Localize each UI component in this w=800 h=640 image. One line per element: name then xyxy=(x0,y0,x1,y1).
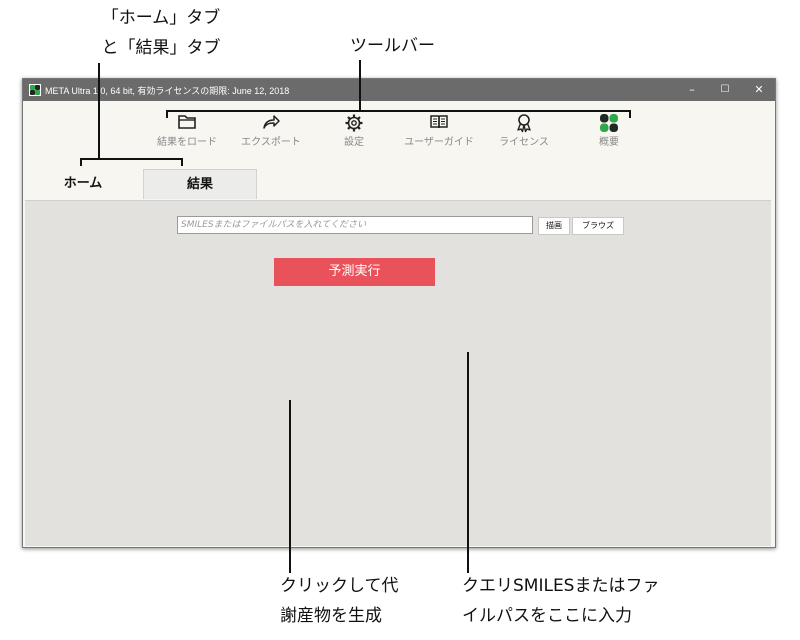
home-panel xyxy=(25,200,771,546)
toolbar-export[interactable]: エクスポート xyxy=(231,113,311,148)
title-bar: META Ultra 1.0, 64 bit, 有効ライセンスの期限: June… xyxy=(23,79,775,101)
query-callout-line xyxy=(467,352,469,573)
run-annotation: クリックして代 謝産物を生成 xyxy=(280,571,399,631)
maximize-button[interactable]: ☐ xyxy=(714,82,736,98)
query-annotation-line2: イルパスをここに入力 xyxy=(462,606,632,626)
app-logo-icon xyxy=(29,84,41,96)
tabs-annotation-line2: と「結果」タブ xyxy=(101,38,221,58)
tab-home[interactable]: ホーム xyxy=(23,169,143,199)
toolbar-bracket-right xyxy=(629,110,631,118)
toolbar-user-guide[interactable]: ユーザーガイド xyxy=(399,113,479,148)
run-prediction-button[interactable]: 予測実行 xyxy=(274,258,435,286)
toolbar-license-label: ライセンス xyxy=(499,137,549,148)
run-annotation-line1: クリックして代 xyxy=(280,576,399,596)
toolbar-about-label: 概要 xyxy=(599,137,619,148)
close-button[interactable]: ✕ xyxy=(748,82,770,98)
toolbar-export-label: エクスポート xyxy=(241,137,301,148)
app-window: META Ultra 1.0, 64 bit, 有効ライセンスの期限: June… xyxy=(22,78,776,548)
smiles-input[interactable] xyxy=(177,216,533,234)
minimize-button[interactable]: – xyxy=(681,82,703,98)
draw-button[interactable]: 描画 xyxy=(538,217,570,235)
toolbar-license[interactable]: ライセンス xyxy=(484,113,564,148)
run-callout-line xyxy=(289,400,291,573)
run-annotation-line2: 謝産物を生成 xyxy=(280,606,382,626)
tabs-bracket-right xyxy=(181,158,183,166)
share-arrow-icon xyxy=(231,113,311,135)
page: 「ホーム」タブ と「結果」タブ ツールバー クリックして代 謝産物を生成 クエリ… xyxy=(0,0,800,640)
toolbar-about[interactable]: 概要 xyxy=(569,113,649,148)
tabs-bracket-left xyxy=(80,158,82,166)
browse-button[interactable]: ブラウズ xyxy=(572,217,624,235)
toolbar-load-results[interactable]: 結果をロード xyxy=(147,113,227,148)
tabs-callout-line xyxy=(98,63,100,159)
toolbar-bracket xyxy=(166,110,631,112)
toolbar-callout-line xyxy=(359,60,361,111)
clover-logo-icon xyxy=(569,113,649,135)
toolbar-load-results-label: 結果をロード xyxy=(157,137,217,148)
query-annotation-line1: クエリSMILESまたはファ xyxy=(462,576,660,596)
toolbar-bracket-left xyxy=(166,110,168,118)
gear-icon xyxy=(314,113,394,135)
folder-icon xyxy=(147,113,227,135)
ribbon-badge-icon xyxy=(484,113,564,135)
toolbar-settings[interactable]: 設定 xyxy=(314,113,394,148)
tabs-annotation-line1: 「ホーム」タブ xyxy=(101,8,221,28)
window-title: META Ultra 1.0, 64 bit, 有効ライセンスの期限: June… xyxy=(45,86,290,96)
tab-results[interactable]: 結果 xyxy=(143,169,257,199)
toolbar-settings-label: 設定 xyxy=(344,137,364,148)
tabs-annotation: 「ホーム」タブ と「結果」タブ xyxy=(86,3,236,63)
book-icon xyxy=(399,113,479,135)
tabs-bracket xyxy=(80,158,183,160)
toolbar-annotation: ツールバー xyxy=(350,36,435,56)
toolbar-user-guide-label: ユーザーガイド xyxy=(404,137,474,148)
query-annotation: クエリSMILESまたはファ イルパスをここに入力 xyxy=(462,571,659,631)
